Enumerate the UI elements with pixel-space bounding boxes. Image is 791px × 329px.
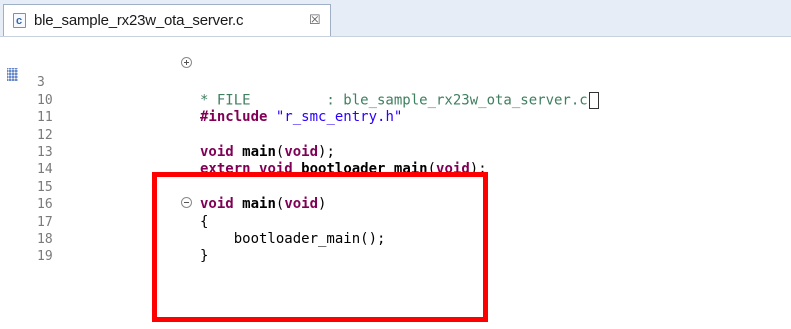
red-highlight-box [152, 172, 488, 322]
code-line: 11 [0, 92, 791, 125]
code-line: 12 void main(void); [0, 109, 791, 160]
line-number: 19 [37, 249, 53, 265]
code-line: 3 * FILE : ble_sample_rx23w_ota_server.c [0, 57, 791, 109]
tab-filename: ble_sample_rx23w_ota_server.c [34, 12, 244, 29]
editor-tab-bar: c ble_sample_rx23w_ota_server.c ☒ [0, 0, 791, 37]
close-tab-icon[interactable]: ☒ [309, 12, 321, 28]
code-line: 10 #include "r_smc_entry.h" [0, 74, 791, 125]
c-file-icon: c [13, 13, 26, 28]
code-line: 14 [0, 144, 791, 177]
ide-editor-window: c ble_sample_rx23w_ota_server.c ☒ 3 * FI… [0, 0, 791, 329]
editor-tab[interactable]: c ble_sample_rx23w_ota_server.c ☒ [3, 4, 331, 36]
code-editor[interactable]: 3 * FILE : ble_sample_rx23w_ota_server.c… [0, 37, 791, 329]
code-line: 13 extern void bootloader_main(void); [0, 127, 791, 177]
